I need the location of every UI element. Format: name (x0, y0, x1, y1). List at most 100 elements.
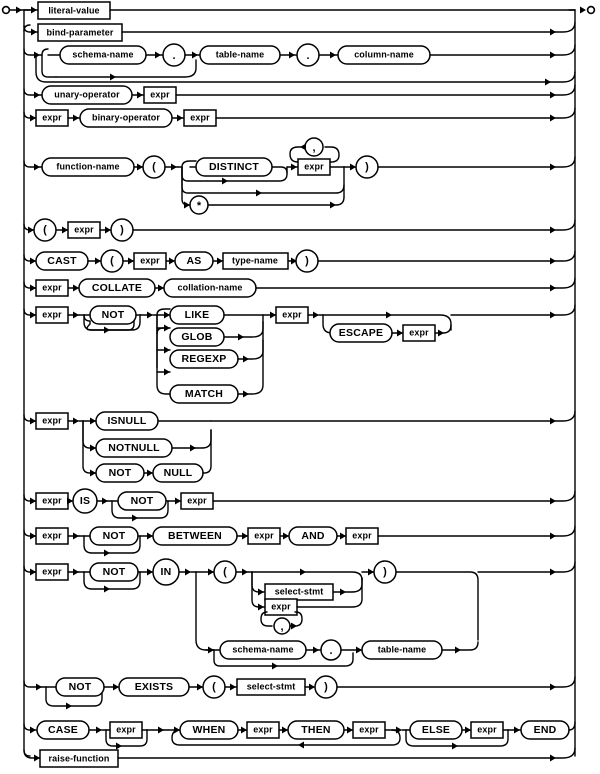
alt-like-expr: expr NOT LIKE GLOB REGEXP MATCH expr ESC… (23, 304, 576, 404)
node-expr-else-label: expr (477, 724, 497, 734)
node-else-label: ELSE (422, 724, 450, 736)
alt-is-expr: expr IS NOT expr (23, 488, 576, 522)
node-not-between-label: NOT (103, 530, 126, 542)
node-schema-name-2-label: schema-name (232, 644, 293, 654)
node-notnull-label: NOTNULL (108, 442, 160, 454)
node-type-name-label: type-name (232, 255, 278, 265)
node-end-label: END (534, 724, 557, 736)
node-expr-escape-label: expr (409, 327, 429, 337)
node-comma-in-label: , (280, 621, 283, 633)
node-rparen-group-label: ) (120, 224, 124, 236)
node-not-exists-label: NOT (69, 681, 92, 693)
alt-column-reference: schema-name . table-name . column-name (23, 43, 576, 86)
alt-bind-parameter: bind-parameter (23, 21, 576, 42)
node-dot-2-label: . (306, 50, 309, 62)
node-dot-1-label: . (172, 50, 175, 62)
node-expr-in-list-label: expr (271, 601, 291, 611)
alt-paren-expr: ( expr ) (23, 218, 576, 242)
node-schema-name-1-label: schema-name (72, 49, 133, 59)
node-like-label: LIKE (185, 309, 210, 321)
node-lparen-func-label: ( (152, 161, 156, 173)
node-expr-cast-label: expr (140, 255, 160, 265)
node-table-name-1-label: table-name (216, 49, 265, 59)
expr-railroad-diagram: literal-value bind-parameter schema-name… (1, 1, 596, 768)
node-is-label: IS (80, 495, 90, 507)
alt-literal-value: literal-value (23, 1, 576, 20)
node-expr-binary-left-label: expr (42, 112, 62, 122)
railroad-diagram-container: literal-value bind-parameter schema-name… (0, 0, 600, 774)
node-collation-name-label: collation-name (178, 282, 243, 292)
node-cast-label: CAST (47, 255, 77, 267)
node-comma-func-label: , (312, 142, 315, 154)
node-expr-between-low-label: expr (254, 530, 274, 540)
node-expr-is-right-label: expr (187, 495, 207, 505)
node-literal-value-label: literal-value (48, 5, 99, 15)
node-lparen-cast-label: ( (110, 255, 114, 267)
node-not-null-kw-label: NOT (109, 467, 132, 479)
node-when-label: WHEN (193, 724, 226, 736)
left-spine (23, 9, 31, 757)
node-glob-label: GLOB (181, 331, 212, 343)
node-regexp-label: REGEXP (182, 353, 227, 365)
alt-unary-operator: unary-operator expr (23, 84, 576, 105)
node-binary-operator-label: binary-operator (92, 112, 160, 122)
node-expr-collate-label: expr (42, 282, 62, 292)
node-in-label: IN (161, 566, 172, 578)
node-as-label: AS (187, 255, 202, 267)
alt-exists-expr: NOT EXISTS ( select-stmt ) (23, 675, 576, 710)
node-select-stmt-in-label: select-stmt (275, 586, 324, 596)
node-expr-unary-label: expr (150, 89, 170, 99)
start-marker (1, 5, 25, 15)
node-expr-between-left-label: expr (42, 530, 62, 540)
node-expr-group-label: expr (74, 224, 94, 234)
node-rparen-in-label: ) (383, 566, 387, 578)
node-expr-func-arg-label: expr (304, 161, 324, 171)
alt-in-expr: expr NOT IN ( select-stmt expr ,) schem… (23, 558, 576, 670)
node-function-name-label: function-name (56, 161, 119, 171)
node-lparen-in-label: ( (223, 566, 227, 578)
alt-isnull-expr: expr ISNULL NOTNULL NOT NULL (23, 410, 576, 483)
node-rparen-cast-label: ) (305, 255, 309, 267)
node-column-name-label: column-name (354, 49, 414, 59)
node-expr-isnull-label: expr (42, 415, 62, 425)
node-expr-like-right-label: expr (282, 309, 302, 319)
node-case-label: CASE (48, 724, 78, 736)
node-expr-binary-right-label: expr (190, 112, 210, 122)
node-table-name-2-label: table-name (378, 644, 427, 654)
node-match-label: MATCH (185, 388, 223, 400)
node-null-label: NULL (164, 467, 193, 479)
node-collate-label: COLLATE (92, 282, 142, 294)
alt-binary-operator: expr binary-operator expr (23, 107, 576, 128)
node-escape-label: ESCAPE (339, 327, 383, 339)
node-select-stmt-exists-label: select-stmt (247, 681, 296, 691)
alt-cast-expr: CAST ( expr AS type-name ) (23, 249, 576, 273)
node-isnull-label: ISNULL (107, 415, 146, 427)
node-expr-case-base-label: expr (116, 724, 136, 734)
node-expr-is-left-label: expr (42, 495, 62, 505)
node-expr-when-label: expr (253, 724, 273, 734)
node-dot-3-label: . (329, 645, 332, 657)
node-distinct-label: DISTINCT (209, 161, 259, 173)
alt-between-expr: expr NOT BETWEEN expr AND expr (23, 525, 576, 557)
node-expr-between-high-label: expr (352, 530, 372, 540)
node-star-func-label: * (197, 200, 202, 212)
node-raise-function-label: raise-function (49, 753, 110, 763)
end-marker (580, 5, 596, 15)
node-not-like-label: NOT (102, 309, 125, 321)
alt-function-call: function-name ( DISTINCT expr , *) (23, 137, 576, 215)
alt-case-expr: CASE expr WHEN expr THEN expr ELSE expr … (23, 720, 576, 750)
node-between-label: BETWEEN (168, 530, 222, 542)
node-expr-in-left-label: expr (42, 566, 62, 576)
node-exists-label: EXISTS (135, 681, 174, 693)
alt-collate-expr: expr COLLATE collation-name (23, 277, 576, 298)
node-not-is-label: NOT (131, 495, 154, 507)
node-rparen-exists-label: ) (324, 681, 328, 693)
node-not-in-label: NOT (103, 566, 126, 578)
alt-raise-function: raise-function (23, 747, 576, 768)
node-unary-operator-label: unary-operator (54, 89, 120, 99)
node-rparen-func-label: ) (365, 161, 369, 173)
node-expr-then-label: expr (359, 724, 379, 734)
right-spine (568, 9, 576, 757)
node-then-label: THEN (301, 724, 330, 736)
node-expr-like-left-label: expr (42, 309, 62, 319)
